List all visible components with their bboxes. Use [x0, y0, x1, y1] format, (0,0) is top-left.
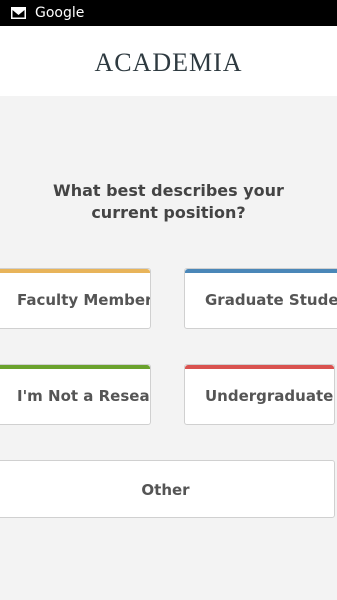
faculty-member-label: Faculty Member — [17, 290, 151, 309]
not-a-researcher-label: I'm Not a Researcher — [17, 386, 150, 405]
undergraduate-accent — [185, 365, 334, 369]
graduate-student-label: Graduate Student — [205, 290, 337, 309]
other-label: Other — [141, 481, 190, 499]
graduate-student-accent — [185, 269, 337, 273]
graduate-student-button[interactable]: Graduate Student — [184, 268, 337, 329]
question-line-2: current position? — [91, 203, 246, 222]
academia-logo: ACADEMIA — [94, 48, 243, 77]
not-a-researcher-accent — [0, 365, 150, 369]
question-heading: What best describes your current positio… — [0, 180, 337, 224]
status-app-name: Google — [35, 5, 85, 21]
faculty-member-accent — [0, 269, 150, 273]
header: ACADEMIA — [0, 26, 337, 96]
faculty-member-button[interactable]: Faculty Member — [0, 268, 151, 329]
mail-icon — [11, 7, 26, 19]
status-bar: Google — [0, 0, 337, 26]
undergraduate-label: Undergraduate — [205, 386, 334, 405]
question-line-1: What best describes your — [53, 181, 284, 200]
not-a-researcher-button[interactable]: I'm Not a Researcher — [0, 364, 151, 425]
other-button[interactable]: Other — [0, 460, 335, 518]
undergraduate-button[interactable]: Undergraduate — [184, 364, 335, 425]
